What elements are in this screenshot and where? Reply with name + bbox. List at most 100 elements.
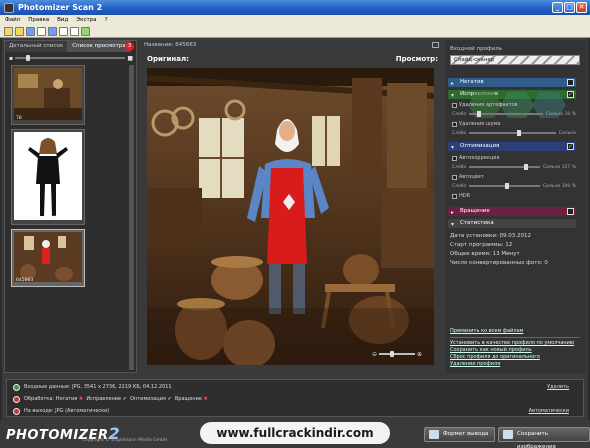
thumbnail-image	[14, 132, 82, 220]
scan-icon[interactable]	[26, 26, 35, 36]
noise-removal-option[interactable]: Удаление шума	[452, 121, 500, 127]
profile-links: Применить ко всем файлам Установить в ка…	[450, 328, 580, 368]
close-button[interactable]: ✕	[576, 2, 587, 13]
menu-extra[interactable]: Экстра	[76, 17, 96, 23]
processing-info: Входные данные: JPG, 3541 x 2736, 2219 К…	[6, 379, 584, 417]
processing-row: Обработка: Негатив ✖ Исправление ✔ Оптим…	[7, 393, 583, 405]
noise-strength-slider[interactable]: Слабо Сильно	[452, 130, 576, 136]
thumbnail-item-selected[interactable]: 645663	[11, 229, 85, 287]
hdr-checkbox[interactable]	[452, 193, 457, 199]
zoom-slider[interactable]: ⊖ ⊕	[372, 351, 422, 358]
workshop-photo	[147, 68, 434, 365]
preview-label: Просмотр:	[395, 55, 438, 63]
autocorrection-slider[interactable]: Слабо Сильно 157 %	[452, 164, 576, 170]
processing-label: Обработка:	[24, 396, 55, 402]
thumbnail-size-slider[interactable]: ▪ ■	[9, 54, 133, 62]
view-grid-icon[interactable]	[81, 26, 90, 36]
maximize-button[interactable]: □	[564, 2, 575, 13]
autocorrection-checkbox[interactable]	[452, 155, 457, 161]
thumbnail-item[interactable]: emma-watson_18	[11, 129, 85, 225]
weak-label: Слабо	[452, 111, 467, 117]
menu-view[interactable]: Вид	[57, 17, 68, 23]
step-rotation: Вращение	[174, 396, 202, 402]
file-list-panel: Детальный список Список просмотра 3 ▪ ■ …	[4, 40, 137, 373]
input-profile-select[interactable]: Слайд-сканер	[450, 55, 580, 65]
hdr-option[interactable]: HDR	[452, 193, 470, 199]
set-default-link[interactable]: Установить в качестве профиля по умолчан…	[450, 340, 580, 347]
module-checkbox[interactable]	[567, 208, 574, 215]
step-optimization: Оптимизация	[130, 396, 166, 402]
menu-file[interactable]: Файл	[5, 17, 20, 23]
maximize-preview-icon[interactable]	[432, 42, 439, 48]
thumbnail-scrollbar[interactable]	[129, 65, 134, 370]
stat-converted: Число конвертированных фото: 0	[450, 260, 548, 266]
auto-link[interactable]: Автоматически	[529, 408, 569, 414]
settings-panel: Входной профиль Слайд-сканер ▸ Негатив ▾…	[446, 40, 586, 373]
module-rotation[interactable]: ▸ Вращение	[448, 207, 576, 216]
strong-label: Сильно	[558, 130, 576, 136]
strong-label: Сильно 157 %	[542, 164, 576, 170]
check-icon: ✔	[122, 396, 127, 402]
statistics-header[interactable]: ▾ Статистика	[448, 219, 576, 228]
save-profile-link[interactable]: Сохранить как новый профиль	[450, 347, 580, 354]
weak-label: Слабо	[452, 130, 467, 136]
delete-icon[interactable]	[37, 26, 46, 36]
delete-profile-link[interactable]: Удаление профиля	[450, 361, 580, 368]
output-format-button[interactable]: Формат вывода	[424, 427, 496, 442]
input-data-row: Входные данные: JPG, 3541 x 2736, 2219 К…	[7, 381, 583, 393]
watermark-banner: www.fullcrackindir.com	[200, 422, 390, 444]
collapse-icon: ▾	[451, 92, 455, 99]
minimize-button[interactable]: _	[552, 2, 563, 13]
input-data-text: Входные данные: JPG, 3541 x 2736, 2219 К…	[24, 384, 172, 390]
step-correction: Исправление	[86, 396, 122, 402]
zoom-out-icon[interactable]: ⊖	[372, 351, 377, 358]
stat-total-time: Общее время: 13 Минут	[450, 251, 520, 257]
autocorrection-option[interactable]: Автокоррекция	[452, 155, 500, 161]
noise-checkbox[interactable]	[452, 121, 457, 127]
copyright-text: Copyright © Engelmann Media GmbH	[82, 438, 168, 443]
image-name: Название: 645663	[144, 42, 197, 48]
noise-label: Удаление шума	[459, 121, 501, 127]
small-thumb-icon: ▪	[9, 54, 14, 62]
statistics-title: Статистика	[460, 220, 494, 226]
autocolor-checkbox[interactable]	[452, 174, 457, 180]
check-icon: ✔	[167, 396, 172, 402]
app-area: Детальный список Список просмотра 3 ▪ ■ …	[2, 38, 588, 420]
strong-label: Сильно 100 %	[542, 183, 576, 189]
window-title: Photomizer Scan 2	[18, 3, 103, 12]
view-single-icon[interactable]	[59, 26, 68, 36]
artifact-removal-option[interactable]: Удаление артефактов	[452, 102, 518, 108]
save-image-button[interactable]: Сохранить изображение	[498, 427, 590, 448]
preview-image[interactable]: ⊖ ⊕	[147, 68, 434, 365]
tab-detail-list[interactable]: Детальный список	[5, 41, 69, 52]
module-checkbox[interactable]	[567, 79, 574, 86]
module-label: Вращение	[460, 208, 490, 214]
reset-profile-link[interactable]: Сброс профиля до оригинального	[450, 354, 580, 361]
autocolor-slider[interactable]: Слабо Сильно 100 %	[452, 183, 576, 189]
menu-help[interactable]: ?	[105, 17, 108, 23]
delete-link[interactable]: Удалить	[547, 384, 569, 390]
output-row: На выходе: JPG (Автоматически) Автоматич…	[7, 405, 583, 417]
thumbnail-label: 645663	[16, 278, 34, 283]
original-label: Оригинал:	[147, 55, 189, 63]
artifact-strength-slider[interactable]: Слабо Сильно 10 %	[452, 111, 576, 117]
thumbnail-item[interactable]: 78	[11, 65, 85, 125]
collapse-icon: ▾	[451, 144, 455, 151]
view-split-icon[interactable]	[70, 26, 79, 36]
module-negative[interactable]: ▸ Негатив	[448, 78, 576, 87]
open-folder-icon[interactable]	[4, 26, 13, 36]
save-icon[interactable]	[48, 26, 57, 36]
zoom-in-icon[interactable]: ⊕	[417, 351, 422, 358]
autocolor-option[interactable]: Автоцвет	[452, 174, 484, 180]
tab-preview-list[interactable]: Список просмотра	[68, 41, 131, 52]
artifact-checkbox[interactable]	[452, 102, 457, 108]
open-file-icon[interactable]	[15, 26, 24, 36]
module-optimization[interactable]: ▾ Оптимизация	[448, 142, 576, 151]
apply-all-link[interactable]: Применить ко всем файлам	[450, 328, 580, 335]
file-count-badge: 3	[125, 42, 134, 51]
menu-edit[interactable]: Правка	[28, 17, 49, 23]
app-icon	[4, 2, 14, 13]
module-checkbox[interactable]	[567, 142, 574, 151]
hdr-label: HDR	[459, 193, 471, 199]
step-negative: Негатив	[55, 396, 78, 402]
